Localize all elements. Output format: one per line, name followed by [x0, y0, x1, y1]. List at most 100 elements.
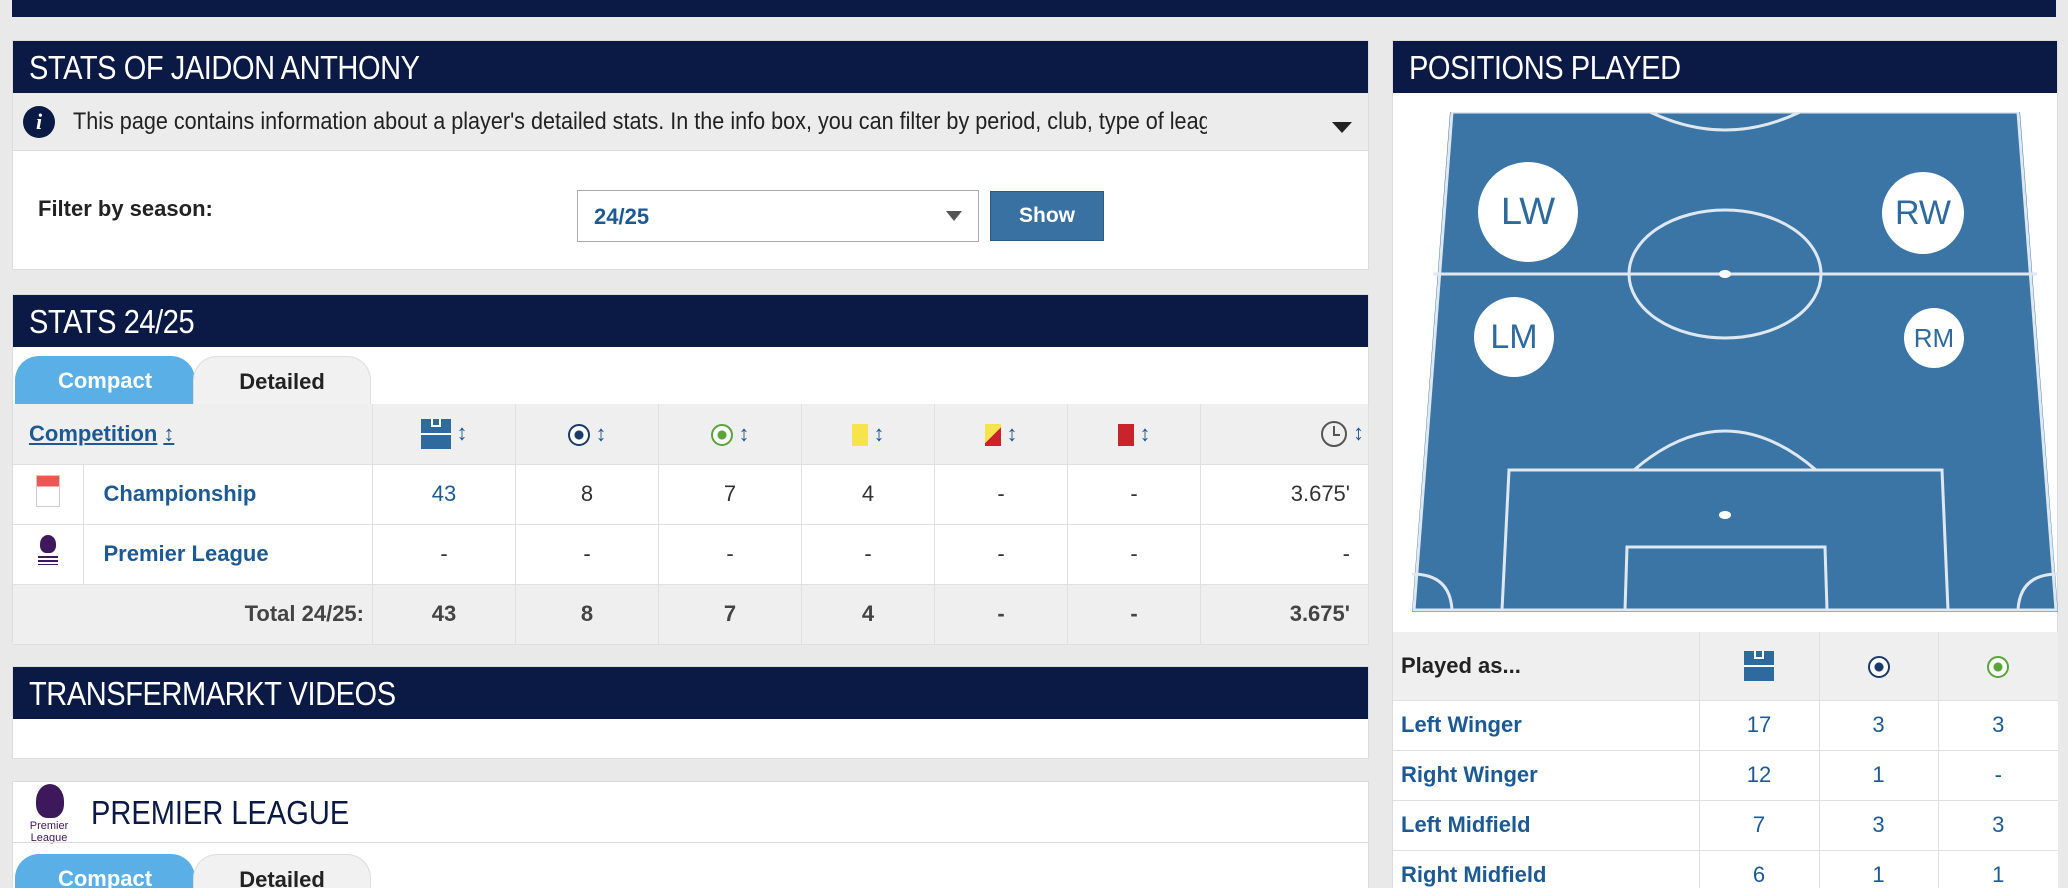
- second-yellow-header[interactable]: ↕: [934, 404, 1068, 465]
- videos-box: TRANSFERMARKT VIDEOS: [12, 666, 1369, 759]
- goals-value: -: [515, 524, 659, 585]
- championship-logo-icon[interactable]: [35, 475, 60, 507]
- position-marker-lw: LW: [1478, 162, 1578, 262]
- position-apps[interactable]: 6: [1699, 850, 1820, 888]
- table-row: Championship 43 8 7 4 - - 3.675': [13, 464, 1369, 525]
- top-navigation-bar: [12, 0, 2056, 17]
- show-button[interactable]: Show: [990, 191, 1104, 241]
- minutes-value: 3.675': [1200, 464, 1369, 525]
- table-row: Right Winger 12 1 -: [1393, 750, 2058, 801]
- sort-icon: ↕: [873, 420, 885, 446]
- position-apps[interactable]: 7: [1699, 800, 1820, 851]
- appearances-icon: [1744, 650, 1774, 681]
- apps-value: -: [372, 524, 516, 585]
- chevron-down-icon: [946, 211, 962, 221]
- position-assists[interactable]: 3: [1938, 700, 2058, 751]
- table-row: Premier League - - - - - - -: [13, 524, 1369, 585]
- yellow-cards-header[interactable]: ↕: [801, 404, 935, 465]
- sort-icon: ↕: [1139, 420, 1151, 446]
- second-yellow-value: -: [934, 524, 1068, 585]
- position-marker-rw: RW: [1882, 172, 1964, 254]
- table-row: Left Winger 17 3 3: [1393, 700, 2058, 751]
- centre-spot: [1719, 270, 1731, 278]
- position-link[interactable]: Right Winger: [1393, 750, 1700, 801]
- positions-title: POSITIONS PLAYED: [1393, 41, 2057, 93]
- position-goals[interactable]: 3: [1819, 700, 1939, 751]
- premier-league-logo-icon[interactable]: [37, 535, 59, 567]
- competition-logo-cell: [13, 524, 84, 585]
- season-select-value: 24/25: [594, 204, 650, 229]
- yellow-value: 4: [801, 464, 935, 525]
- info-icon: i: [23, 105, 55, 138]
- divider: [13, 842, 1368, 843]
- info-text: This page contains information about a p…: [73, 107, 1207, 135]
- info-box[interactable]: i This page contains information about a…: [13, 93, 1368, 151]
- assists-header[interactable]: ↕: [658, 404, 802, 465]
- yellow-value: -: [801, 524, 935, 585]
- premier-league-logo-text: Premier League: [29, 820, 69, 844]
- sort-icon: ↕: [1006, 420, 1018, 446]
- total-apps: 43: [372, 584, 516, 645]
- competition-link[interactable]: Premier League: [83, 524, 373, 585]
- position-assists[interactable]: 3: [1938, 800, 2058, 851]
- minutes-value: -: [1200, 524, 1369, 585]
- tab-detailed[interactable]: Detailed: [193, 854, 371, 888]
- total-yellow: 4: [801, 584, 935, 645]
- assists-value: -: [658, 524, 802, 585]
- played-as-table: Played as... Left Winger 17 3 3 Right Wi…: [1393, 632, 2058, 888]
- player-stats-title: STATS OF JAIDON ANTHONY: [13, 41, 1368, 93]
- red-value: -: [1067, 524, 1201, 585]
- goal-ball-icon: [567, 423, 590, 446]
- premier-league-lion-icon: [36, 784, 64, 818]
- goals-header[interactable]: ↕: [515, 404, 659, 465]
- table-header-row: Competition ↕ ↕ ↕ ↕ ↕ ↕ ↕ ↕: [13, 404, 1369, 465]
- sort-icon: ↕: [595, 420, 607, 446]
- position-goals[interactable]: 1: [1819, 850, 1939, 888]
- table-row: Left Midfield 7 3 3: [1393, 800, 2058, 851]
- position-link[interactable]: Left Winger: [1393, 700, 1700, 751]
- goals-value: 8: [515, 464, 659, 525]
- tab-compact[interactable]: Compact: [15, 356, 195, 404]
- filter-season-label: Filter by season:: [38, 196, 213, 221]
- competition-header[interactable]: Competition ↕: [13, 404, 373, 465]
- apps-value[interactable]: 43: [372, 464, 516, 525]
- sort-icon: ↕: [456, 419, 468, 445]
- position-goals[interactable]: 1: [1819, 750, 1939, 801]
- tab-compact[interactable]: Compact: [15, 854, 195, 888]
- clock-icon: [1321, 421, 1347, 448]
- appearances-header: [1699, 632, 1820, 701]
- appearances-icon: [420, 418, 451, 449]
- appearances-header[interactable]: ↕: [372, 404, 516, 465]
- position-assists[interactable]: 1: [1938, 850, 2058, 888]
- sort-icon: ↕: [738, 420, 750, 446]
- assist-ball-icon: [1987, 655, 2010, 678]
- position-apps[interactable]: 17: [1699, 700, 1820, 751]
- season-stats-title: STATS 24/25: [13, 295, 1368, 347]
- sort-icon: ↕: [163, 420, 175, 446]
- assists-header: [1938, 632, 2058, 701]
- total-second-yellow: -: [934, 584, 1068, 645]
- goals-header: [1819, 632, 1939, 701]
- videos-title: TRANSFERMARKT VIDEOS: [13, 667, 1368, 719]
- second-yellow-value: -: [934, 464, 1068, 525]
- position-marker-rm: RM: [1904, 308, 1964, 368]
- played-as-label: Played as...: [1393, 632, 1700, 701]
- position-marker-lm: LM: [1474, 297, 1554, 377]
- red-cards-header[interactable]: ↕: [1067, 404, 1201, 465]
- minutes-header[interactable]: ↕: [1200, 404, 1369, 465]
- position-link[interactable]: Left Midfield: [1393, 800, 1700, 851]
- competition-link[interactable]: Championship: [83, 464, 373, 525]
- table-row: Right Midfield 6 1 1: [1393, 850, 2058, 888]
- total-minutes: 3.675': [1200, 584, 1369, 645]
- season-select[interactable]: 24/25: [577, 190, 979, 242]
- position-apps[interactable]: 12: [1699, 750, 1820, 801]
- assists-value: 7: [658, 464, 802, 525]
- premier-league-logo: Premier League: [29, 784, 69, 846]
- position-link[interactable]: Right Midfield: [1393, 850, 1700, 888]
- pitch-diagram: LW RW LM RM: [1411, 110, 2059, 612]
- assist-ball-icon: [710, 423, 733, 446]
- expand-info-icon[interactable]: [1332, 122, 1352, 133]
- position-goals[interactable]: 3: [1819, 800, 1939, 851]
- tab-detailed[interactable]: Detailed: [193, 356, 371, 404]
- sort-icon: ↕: [1353, 420, 1364, 446]
